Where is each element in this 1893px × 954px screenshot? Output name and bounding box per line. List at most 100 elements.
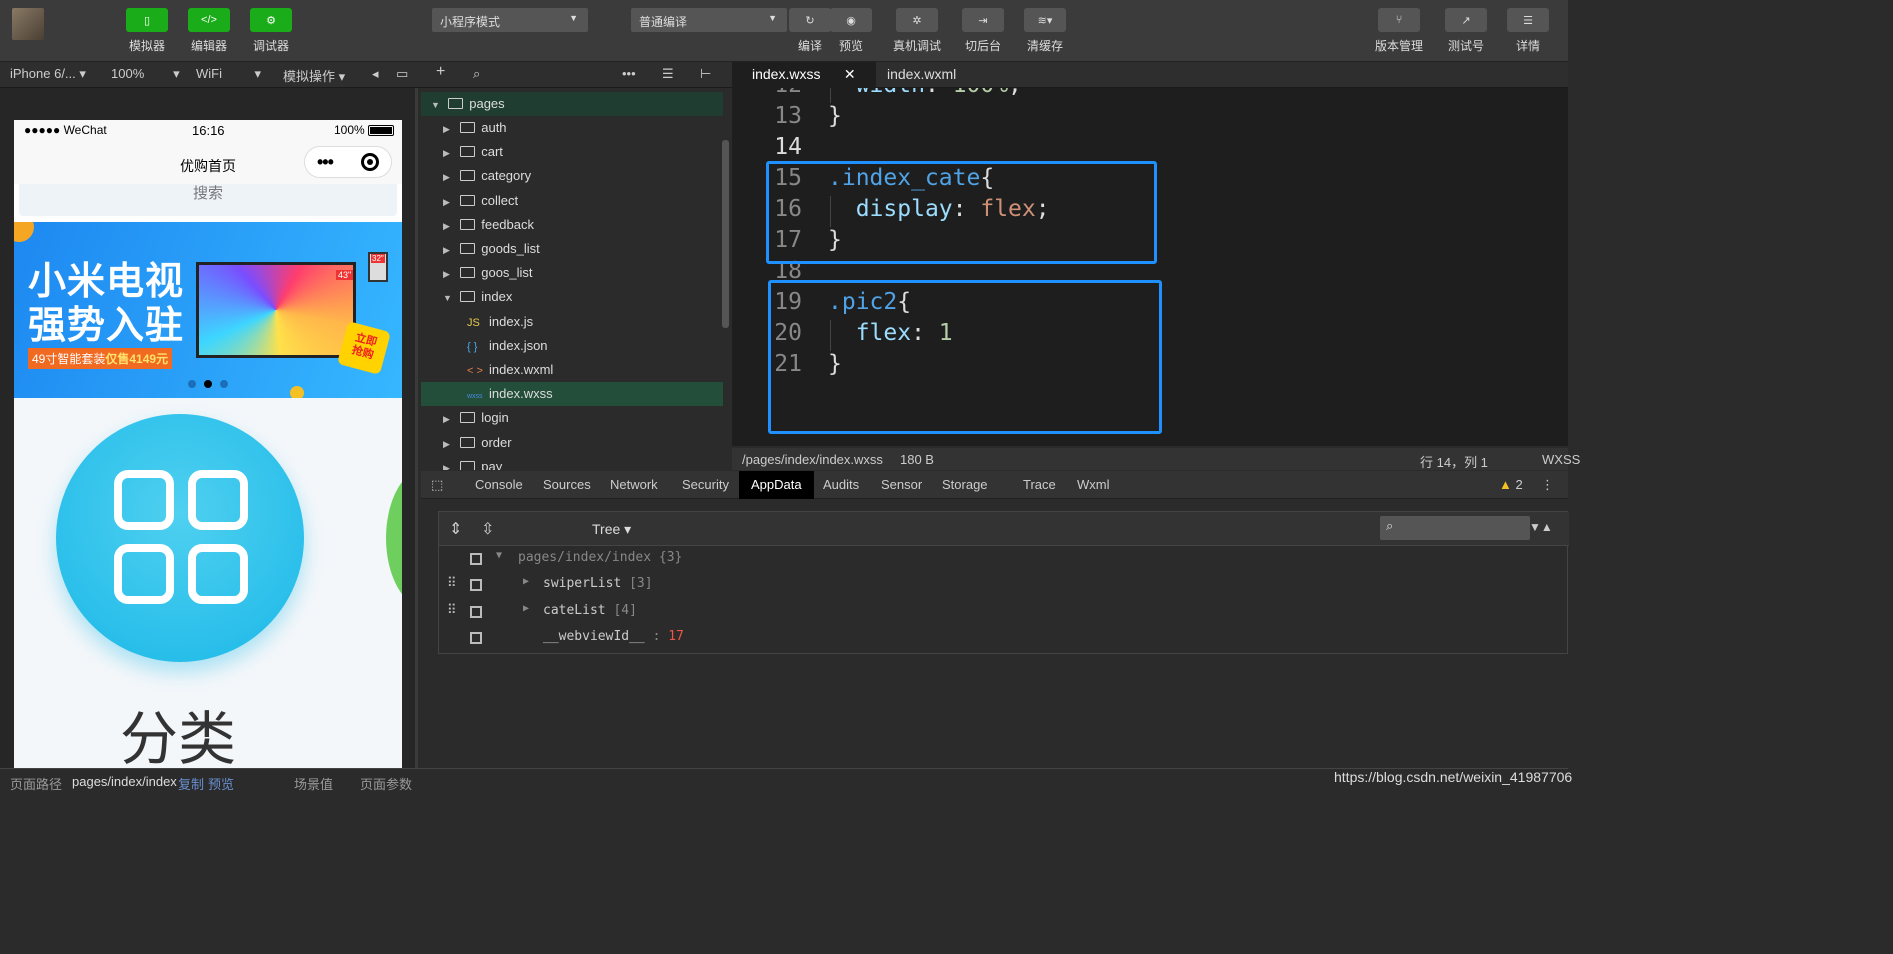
tab-security[interactable]: Security: [682, 477, 729, 492]
code-line[interactable]: }: [828, 103, 842, 129]
language-mode[interactable]: WXSS: [1542, 452, 1580, 467]
inspect-icon[interactable]: ⬚: [431, 477, 443, 493]
device-debug-button[interactable]: ✲ 真机调试: [887, 8, 947, 54]
simulator-button[interactable]: ▯ 模拟器: [117, 8, 177, 54]
next-category-icon[interactable]: [386, 468, 402, 608]
swiper-dot[interactable]: [188, 380, 196, 388]
folder-cart[interactable]: ▶ cart: [421, 140, 723, 164]
more-icon[interactable]: •••: [317, 152, 334, 173]
folder-goods-list[interactable]: ▶ goods_list: [421, 237, 723, 261]
editor-button[interactable]: </> 编辑器: [179, 8, 239, 54]
file-index-wxss[interactable]: wxss index.wxss: [421, 382, 723, 407]
tab-trace[interactable]: Trace: [1023, 477, 1056, 492]
caret-right-icon: ▶: [443, 196, 450, 207]
preview-link[interactable]: 预览: [208, 774, 234, 793]
device-select[interactable]: iPhone 6/... ▾: [10, 66, 86, 82]
edit-icon[interactable]: [470, 606, 482, 618]
code-line[interactable]: width: 100%;: [828, 88, 1022, 98]
folder-category[interactable]: ▶ category: [421, 164, 723, 188]
buy-now-badge[interactable]: 立即 抢购: [337, 321, 391, 375]
tab-sources[interactable]: Sources: [543, 477, 591, 492]
tree-root-row[interactable]: ▼ pages/index/index {3}: [439, 550, 1539, 570]
folder-order[interactable]: ▶ order: [421, 431, 723, 455]
close-circle-icon[interactable]: [361, 153, 379, 171]
expand-all-icon[interactable]: ⇕: [449, 519, 462, 539]
drag-handle-icon[interactable]: ⠿: [447, 603, 457, 618]
edit-icon[interactable]: [470, 579, 482, 591]
test-account-button[interactable]: ↗ 测试号: [1436, 8, 1496, 54]
split-icon[interactable]: ⊢: [700, 66, 711, 82]
swiper-dot-active[interactable]: [204, 380, 212, 388]
category-icon[interactable]: [56, 414, 304, 662]
tab-network[interactable]: Network: [610, 477, 658, 492]
page-params-button[interactable]: 页面参数: [360, 774, 412, 793]
user-avatar[interactable]: [12, 8, 44, 40]
banner-swiper[interactable]: 小米电视 强势入驻 49寸智能套装仅售4149元 43" 32" 立即 抢购: [14, 222, 402, 398]
appdata-search-input[interactable]: ⌕: [1380, 516, 1530, 540]
more-icon[interactable]: •••: [622, 66, 636, 81]
folder-pages[interactable]: ▼ pages: [421, 92, 723, 116]
file-index-json[interactable]: { } index.json: [421, 334, 723, 358]
mode-select[interactable]: 小程序模式 ▼: [432, 8, 588, 32]
view-mode-select[interactable]: Tree ▾: [592, 521, 631, 538]
zoom-select[interactable]: 100% ▾: [111, 66, 180, 82]
search-icon[interactable]: ⌕: [473, 66, 480, 82]
menu-capsule[interactable]: •••: [304, 146, 392, 178]
volume-icon[interactable]: ◂: [372, 66, 379, 82]
tree-row[interactable]: ⠿ ▶ cateList [4]: [439, 603, 1539, 623]
close-icon[interactable]: ✕: [844, 66, 856, 82]
drag-handle-icon[interactable]: ⠿: [447, 576, 457, 591]
folder-pay[interactable]: ▶ pay: [421, 455, 723, 470]
swiper-dot[interactable]: [220, 380, 228, 388]
collapse-all-icon[interactable]: ⇳: [481, 519, 494, 539]
edit-icon[interactable]: [470, 553, 482, 565]
window-icon[interactable]: ▭: [396, 66, 408, 82]
tree-row[interactable]: __webviewId__ : 17: [439, 629, 1539, 649]
clear-cache-button[interactable]: ≋▾ 清缓存: [1015, 8, 1075, 54]
file-index-wxml[interactable]: < > index.wxml: [421, 358, 723, 382]
caret-right-icon[interactable]: ▶: [523, 576, 529, 587]
debugger-button[interactable]: ⚙ 调试器: [241, 8, 301, 54]
simulate-ops-select[interactable]: 模拟操作 ▾: [283, 66, 345, 85]
folder-auth[interactable]: ▶ auth: [421, 116, 723, 140]
cursor-position[interactable]: 行 14，列 1: [1420, 452, 1488, 471]
compile-select[interactable]: 普通编译 ▼: [631, 8, 787, 32]
tree-row[interactable]: ⠿ ▶ swiperList [3]: [439, 576, 1539, 596]
background-button[interactable]: ⇥ 切后台: [953, 8, 1013, 54]
version-button[interactable]: ⑂ 版本管理: [1369, 8, 1429, 54]
details-button[interactable]: ☰ 详情: [1498, 8, 1558, 54]
carrier-text: ●●●●● WeChat: [24, 123, 107, 137]
warning-indicator[interactable]: ▲ 2: [1499, 477, 1523, 492]
scene-value-button[interactable]: 场景值: [294, 774, 333, 793]
tab-index-wxml[interactable]: index.wxml: [867, 62, 976, 88]
folder-index[interactable]: ▼ index: [421, 285, 723, 309]
copy-link[interactable]: 复制: [178, 774, 204, 793]
tree-scrollbar[interactable]: [722, 140, 729, 328]
folder-login[interactable]: ▶ login: [421, 406, 723, 430]
tab-console[interactable]: Console: [475, 477, 523, 492]
tab-appdata[interactable]: AppData: [739, 471, 814, 499]
caret-down-icon[interactable]: ▼: [496, 550, 502, 561]
preview-button[interactable]: ◉ 预览: [821, 8, 881, 54]
sort-icon[interactable]: ▼▲: [1529, 520, 1553, 534]
tab-index-wxss[interactable]: index.wxss ✕: [732, 62, 876, 88]
tab-sensor[interactable]: Sensor: [881, 477, 922, 492]
add-icon[interactable]: +: [436, 63, 445, 81]
search-bar[interactable]: 搜索: [19, 184, 397, 216]
tab-storage[interactable]: Storage: [942, 477, 988, 492]
folder-collect[interactable]: ▶ collect: [421, 189, 723, 213]
caret-right-icon[interactable]: ▶: [523, 603, 529, 614]
tab-audits[interactable]: Audits: [823, 477, 859, 492]
collapse-icon[interactable]: ☰: [662, 66, 674, 82]
folder-feedback[interactable]: ▶ feedback: [421, 213, 723, 237]
network-select[interactable]: WiFi ▾: [196, 66, 261, 82]
edit-icon[interactable]: [470, 632, 482, 644]
more-vertical-icon[interactable]: ⋮: [1541, 477, 1554, 493]
tab-wxml[interactable]: Wxml: [1077, 477, 1110, 492]
folder-goos-list[interactable]: ▶ goos_list: [421, 261, 723, 285]
highlight-box-index-cate: [766, 161, 1157, 264]
folder-icon: [448, 98, 464, 109]
device-debug-label: 真机调试: [892, 39, 941, 53]
file-index-js[interactable]: JS index.js: [421, 310, 723, 334]
code-editor[interactable]: 12 width: 100%;13}1415.index_cate{16 dis…: [732, 88, 1568, 446]
